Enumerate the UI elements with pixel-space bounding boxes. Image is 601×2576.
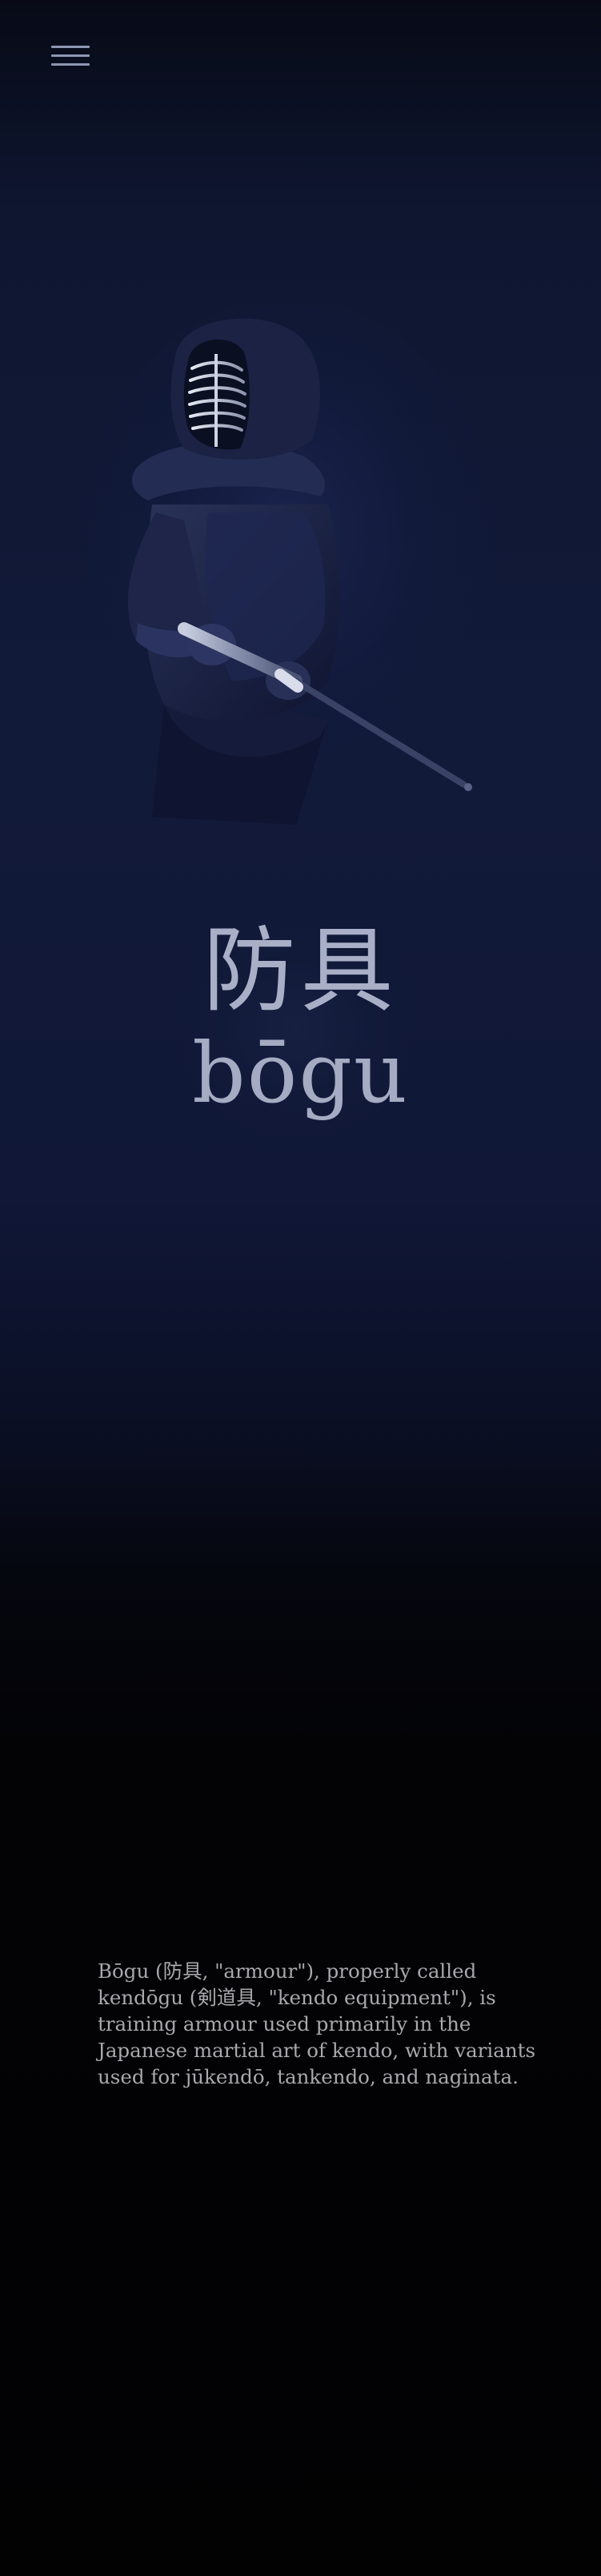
hamburger-menu-icon	[51, 46, 90, 48]
hamburger-menu-icon-bar	[51, 54, 90, 57]
description-paragraph: Bōgu (防具, "armour"), properly called ken…	[98, 1959, 536, 2088]
hamburger-menu-icon-bar	[51, 63, 90, 66]
kendo-practitioner-image	[88, 304, 496, 825]
page-title-kanji: 防具	[202, 917, 399, 1025]
page-title-romaji: bōgu	[192, 1024, 409, 1122]
hamburger-menu-button[interactable]	[46, 40, 94, 72]
